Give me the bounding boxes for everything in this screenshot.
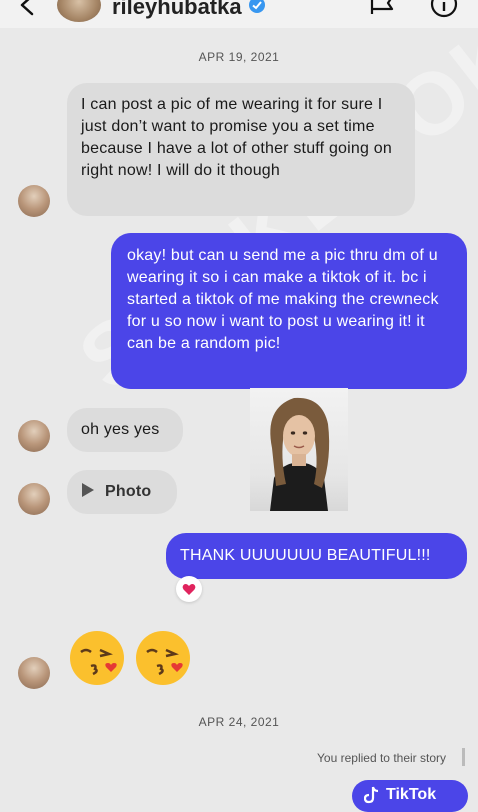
chat-header: rileyhubatka [0,0,478,28]
heart-icon [182,583,196,595]
tiktok-label: TikTok [386,786,437,803]
incoming-message[interactable]: oh yes yes [67,408,183,452]
tiktok-icon [364,786,379,804]
date-separator: APR 19, 2021 [198,50,280,64]
heart-reaction[interactable] [176,576,202,602]
photo-label: Photo [105,483,152,500]
back-arrow-icon[interactable] [18,0,40,16]
info-icon[interactable] [430,0,458,18]
play-icon [82,483,94,497]
date-separator: APR 24, 2021 [198,715,280,729]
kissing-face-icon[interactable] [133,628,193,688]
tiktok-watermark: TikTok [352,780,468,812]
header-avatar[interactable] [57,0,101,22]
sender-avatar[interactable] [18,657,50,689]
video-overlay [250,388,348,511]
outgoing-message[interactable]: okay! but can u send me a pic thru dm of… [111,233,467,389]
reply-divider [462,748,465,766]
photo-message[interactable]: Photo [67,470,177,514]
kissing-face-icon[interactable] [67,628,127,688]
incoming-message[interactable]: I can post a pic of me wearing it for su… [67,83,415,216]
sender-avatar[interactable] [18,185,50,217]
sender-avatar[interactable] [18,420,50,452]
sender-avatar[interactable] [18,483,50,515]
outgoing-message[interactable]: THANK UUUUUUU BEAUTIFUL!!! [166,533,467,579]
story-reply-note: You replied to their story [317,751,446,765]
flag-icon[interactable] [368,0,398,16]
verified-icon [249,0,265,13]
header-username[interactable]: rileyhubatka [112,0,242,20]
